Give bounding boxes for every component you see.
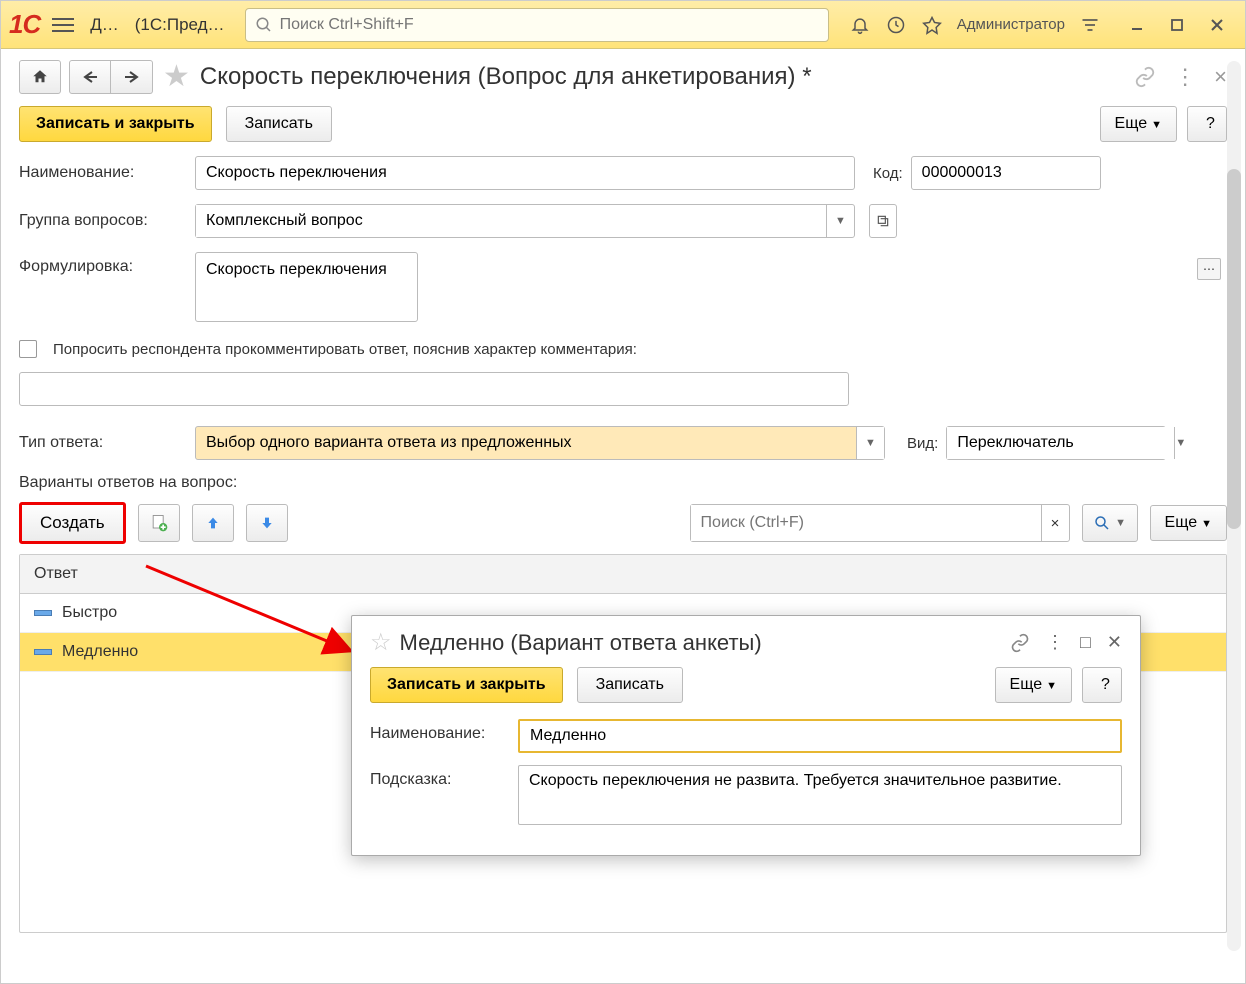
page-title: Скорость переключения (Вопрос для анкети… bbox=[200, 63, 812, 91]
close-window-button[interactable] bbox=[1197, 10, 1237, 40]
code-label: Код: bbox=[873, 165, 903, 182]
dialog-help-button[interactable]: ? bbox=[1082, 667, 1122, 703]
create-answer-button[interactable]: Создать bbox=[19, 502, 126, 544]
comment-hint-input[interactable] bbox=[19, 372, 849, 406]
dialog-save-close-button[interactable]: Записать и закрыть bbox=[370, 667, 563, 703]
answer-type-select[interactable]: ▼ bbox=[195, 426, 885, 460]
ask-comment-label: Попросить респондента прокомментировать … bbox=[53, 341, 637, 358]
dialog-more-button[interactable]: Еще▼ bbox=[995, 667, 1072, 703]
answers-search-input[interactable] bbox=[691, 505, 1041, 541]
favorite-star-icon[interactable]: ★ bbox=[163, 59, 190, 94]
link-icon[interactable] bbox=[1134, 66, 1156, 88]
global-search[interactable] bbox=[245, 8, 829, 42]
scrollbar-thumb[interactable] bbox=[1227, 169, 1241, 529]
answers-toolbar: Создать × ▼ Еще▼ bbox=[19, 502, 1227, 544]
ask-comment-checkbox[interactable] bbox=[19, 340, 37, 358]
group-label: Группа вопросов: bbox=[19, 212, 187, 230]
wording-expand-button[interactable]: ⋯ bbox=[1197, 258, 1221, 280]
answer-text: Быстро bbox=[62, 604, 117, 622]
dialog-star-icon[interactable]: ☆ bbox=[370, 628, 392, 657]
maximize-button[interactable] bbox=[1157, 10, 1197, 40]
group-input[interactable] bbox=[196, 205, 826, 237]
minimize-button[interactable] bbox=[1117, 10, 1157, 40]
save-and-close-button[interactable]: Записать и закрыть bbox=[19, 106, 212, 142]
back-button[interactable] bbox=[69, 60, 111, 94]
app-title-paren: (1С:Пред… bbox=[135, 15, 225, 35]
view-input[interactable] bbox=[947, 427, 1174, 459]
dialog-kebab-icon[interactable]: ⋮ bbox=[1046, 632, 1064, 653]
code-input[interactable] bbox=[911, 156, 1101, 190]
history-icon[interactable] bbox=[885, 14, 907, 36]
name-label: Наименование: bbox=[19, 164, 187, 182]
name-input[interactable] bbox=[195, 156, 855, 190]
logo-1c: 1C bbox=[9, 9, 40, 40]
add-copy-button[interactable] bbox=[138, 504, 180, 542]
kebab-icon[interactable]: ⋮ bbox=[1174, 64, 1196, 90]
view-dropdown-icon[interactable]: ▼ bbox=[1174, 427, 1186, 459]
answer-text: Медленно bbox=[62, 643, 138, 661]
answers-search[interactable]: × bbox=[690, 504, 1070, 542]
answers-search-clear-icon[interactable]: × bbox=[1041, 505, 1069, 541]
group-select[interactable]: ▼ bbox=[195, 204, 855, 238]
dialog-maximize-icon[interactable]: □ bbox=[1080, 632, 1091, 653]
answers-search-button[interactable]: ▼ bbox=[1082, 504, 1138, 542]
wording-textarea[interactable] bbox=[195, 252, 418, 322]
forward-button[interactable] bbox=[111, 60, 153, 94]
answer-type-input[interactable] bbox=[196, 427, 856, 459]
titlebar-icons: Администратор bbox=[849, 14, 1101, 36]
page-header: ★ Скорость переключения (Вопрос для анке… bbox=[1, 49, 1245, 100]
view-label: Вид: bbox=[907, 435, 938, 452]
view-select[interactable]: ▼ bbox=[946, 426, 1166, 460]
move-down-button[interactable] bbox=[246, 504, 288, 542]
home-button[interactable] bbox=[19, 60, 61, 94]
dialog-name-input[interactable] bbox=[518, 719, 1122, 753]
global-search-input[interactable] bbox=[245, 8, 829, 42]
star-icon[interactable] bbox=[921, 14, 943, 36]
settings-lines-icon[interactable] bbox=[1079, 14, 1101, 36]
dialog-save-button[interactable]: Записать bbox=[577, 667, 683, 703]
app-window: 1C Д… (1С:Пред… Администратор bbox=[0, 0, 1246, 984]
window-buttons bbox=[1117, 10, 1237, 40]
dialog-close-icon[interactable]: ✕ bbox=[1107, 632, 1122, 653]
dialog-hint-label: Подсказка: bbox=[370, 765, 510, 789]
variants-label: Варианты ответов на вопрос: bbox=[19, 474, 1227, 492]
answers-more-button[interactable]: Еще▼ bbox=[1150, 505, 1227, 541]
titlebar: 1C Д… (1С:Пред… Администратор bbox=[1, 1, 1245, 49]
group-open-button[interactable] bbox=[869, 204, 897, 238]
nav-group bbox=[19, 60, 153, 94]
answer-type-dropdown-icon[interactable]: ▼ bbox=[856, 427, 884, 459]
more-button[interactable]: Еще▼ bbox=[1100, 106, 1177, 142]
answers-table-header[interactable]: Ответ bbox=[20, 555, 1226, 594]
bell-icon[interactable] bbox=[849, 14, 871, 36]
close-tab-icon[interactable]: × bbox=[1214, 64, 1227, 90]
menu-icon[interactable] bbox=[52, 18, 74, 32]
answer-type-label: Тип ответа: bbox=[19, 434, 187, 452]
dialog-name-label: Наименование: bbox=[370, 719, 510, 743]
help-button[interactable]: ? bbox=[1187, 106, 1227, 142]
group-dropdown-icon[interactable]: ▼ bbox=[826, 205, 854, 237]
answer-variant-dialog: ☆ Медленно (Вариант ответа анкеты) ⋮ □ ✕… bbox=[351, 615, 1141, 856]
app-title-short: Д… bbox=[90, 15, 119, 35]
answer-item-icon bbox=[34, 649, 52, 655]
search-icon bbox=[255, 16, 273, 34]
command-bar: Записать и закрыть Записать Еще▼ ? bbox=[1, 100, 1245, 156]
dialog-hint-textarea[interactable] bbox=[518, 765, 1122, 825]
move-up-button[interactable] bbox=[192, 504, 234, 542]
dialog-title: Медленно (Вариант ответа анкеты) bbox=[400, 630, 762, 656]
save-button[interactable]: Записать bbox=[226, 106, 332, 142]
wording-label: Формулировка: bbox=[19, 252, 187, 276]
dialog-link-icon[interactable] bbox=[1010, 633, 1030, 653]
answer-item-icon bbox=[34, 610, 52, 616]
current-user[interactable]: Администратор bbox=[957, 16, 1065, 33]
